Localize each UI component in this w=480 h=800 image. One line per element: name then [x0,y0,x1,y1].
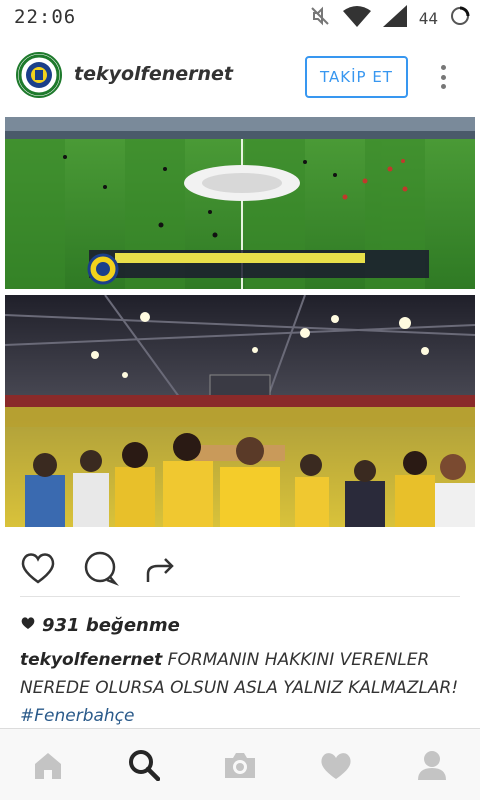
share-arrow-icon[interactable] [140,548,180,588]
post-header: tekyolfenernet TAKİP ET [0,36,480,114]
basketball-arena-photo [5,295,475,527]
more-dot-icon [440,84,446,89]
search-icon[interactable] [126,747,162,783]
likes-text: 931 beğenme [42,614,180,636]
more-dot-icon [440,74,446,80]
camera-icon[interactable] [222,747,258,783]
battery-icon [450,5,470,31]
status-bar: 22:06 44 [0,0,480,36]
actions-divider [20,596,460,597]
football-stadium-photo [5,117,475,289]
heart-icon[interactable] [318,747,354,783]
more-dot-icon [440,65,446,70]
wifi-icon [342,5,371,31]
status-icons: 44 [309,5,470,31]
follow-button[interactable]: TAKİP ET [305,56,408,98]
comment-bubble-icon[interactable] [80,548,120,588]
post-caption: tekyolfenernet FORMANIN HAKKINI VERENLER… [20,646,460,730]
post-username[interactable]: tekyolfenernet [74,63,233,85]
post-actions [0,540,480,596]
caption-hashtag[interactable]: #Fenerbahçe [20,706,135,726]
more-options-button[interactable] [432,62,454,92]
bottom-nav [0,728,480,800]
profile-icon[interactable] [414,747,450,783]
like-heart-icon[interactable] [18,548,58,588]
post-image[interactable] [0,114,480,532]
mute-icon [309,5,331,31]
home-icon[interactable] [30,747,66,783]
caption-username[interactable]: tekyolfenernet [20,650,162,670]
battery-level: 44 [418,8,438,28]
avatar[interactable] [16,52,62,98]
likes-count[interactable]: 931 beğenme [20,612,180,638]
status-time: 22:06 [14,6,77,28]
signal-icon [382,5,407,31]
small-heart-icon [20,615,36,636]
